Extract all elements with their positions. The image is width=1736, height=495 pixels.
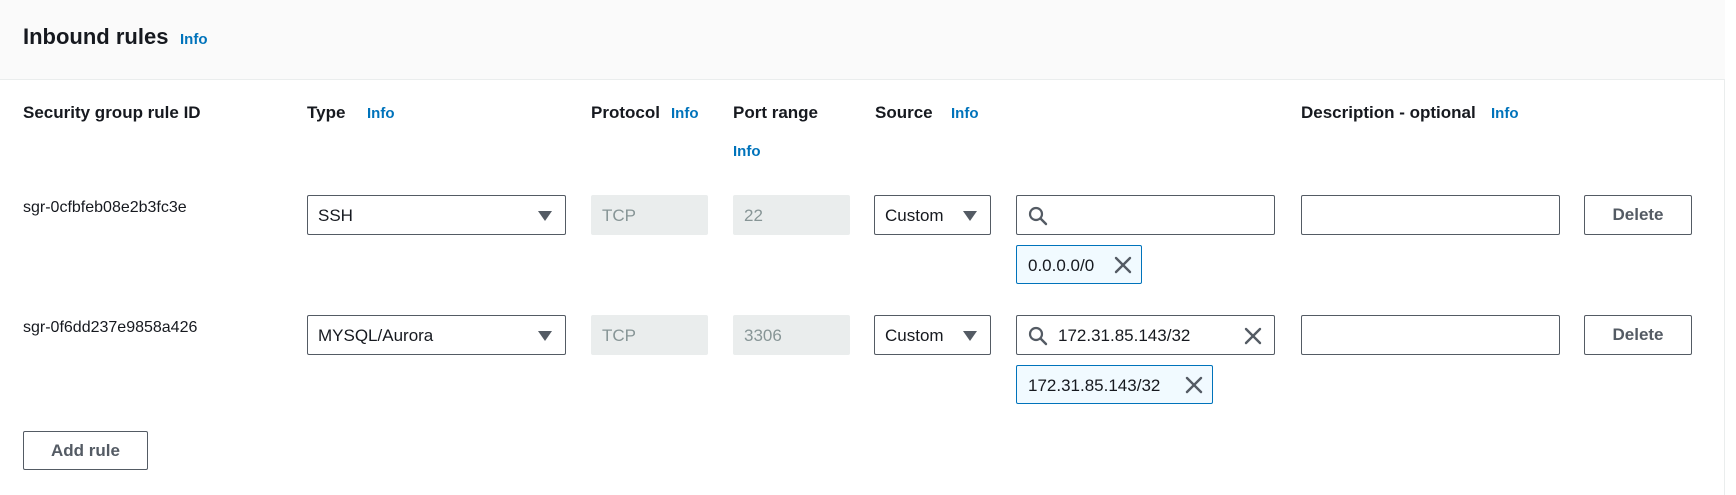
protocol-field: TCP [591,315,708,355]
delete-rule-button[interactable]: Delete [1584,195,1692,235]
type-select[interactable]: MYSQL/Aurora [307,315,566,355]
source-token-label: 0.0.0.0/0 [1028,256,1095,275]
column-header-type: Type [307,103,346,122]
section-title: Inbound rules [23,24,169,49]
source-info-link[interactable]: Info [951,105,979,122]
source-search-input[interactable] [1016,195,1275,235]
search-icon [1028,326,1048,346]
source-search-value: 172.31.85.143/32 [1058,326,1191,345]
source-token: 172.31.85.143/32 [1016,365,1213,404]
close-icon[interactable] [1114,256,1132,274]
close-icon[interactable] [1244,327,1262,345]
delete-rule-button[interactable]: Delete [1584,315,1692,355]
add-rule-button[interactable]: Add rule [23,431,148,470]
port-range-value: 22 [744,206,763,225]
column-header-port-range: Port range [733,103,819,122]
protocol-value: TCP [602,206,636,225]
type-select-value: SSH [318,206,353,225]
caret-down-icon [963,331,977,341]
rule-id: sgr-0cfbfeb08e2b3fc3e [23,199,187,216]
source-type-value: Custom [885,326,944,345]
source-token: 0.0.0.0/0 [1016,245,1142,284]
port-range-field: 3306 [733,315,850,355]
description-info-link[interactable]: Info [1491,105,1519,122]
protocol-info-link[interactable]: Info [671,105,699,122]
source-search-input[interactable]: 172.31.85.143/32 [1016,315,1275,355]
port-range-info-link[interactable]: Info [733,143,761,160]
source-type-value: Custom [885,206,944,225]
section-info-link[interactable]: Info [180,31,208,48]
rule-id: sgr-0f6dd237e9858a426 [23,319,198,336]
inbound-rules-panel: Inbound rules Info Security group rule I… [0,0,1725,495]
protocol-value: TCP [602,326,636,345]
caret-down-icon [538,331,552,341]
column-header-protocol: Protocol [591,103,660,122]
column-header-rule-id: Security group rule ID [23,103,201,122]
protocol-field: TCP [591,195,708,235]
description-input[interactable] [1301,315,1560,355]
description-input[interactable] [1301,195,1560,235]
type-select-value: MYSQL/Aurora [318,326,434,345]
caret-down-icon [538,211,552,221]
source-type-select[interactable]: Custom [874,195,991,235]
column-header-description: Description - optional [1301,103,1476,122]
source-token-label: 172.31.85.143/32 [1028,376,1161,395]
source-type-select[interactable]: Custom [874,315,991,355]
panel-header: Inbound rules Info [0,0,1725,80]
port-range-field: 22 [733,195,850,235]
search-icon [1028,206,1048,226]
type-info-link[interactable]: Info [367,105,395,122]
caret-down-icon [963,211,977,221]
type-select[interactable]: SSH [307,195,566,235]
close-icon[interactable] [1185,376,1203,394]
column-header-source: Source [875,103,933,122]
port-range-value: 3306 [744,326,782,345]
